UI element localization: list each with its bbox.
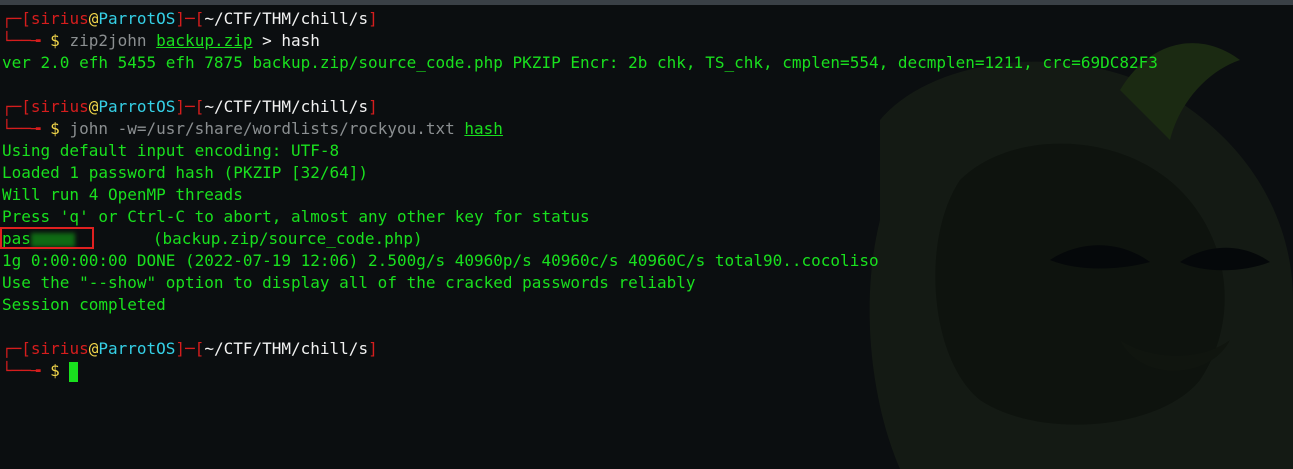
cracked-file: (backup.zip/source_code.php) xyxy=(152,229,423,248)
prompt-user: sirius xyxy=(30,9,89,28)
prompt-at: @ xyxy=(88,339,99,358)
cracked-password-line: pas (backup.zip/source_code.php) xyxy=(0,227,1293,250)
prompt-line: ┌─[sirius@ParrotOS]─[~/CTF/THM/chill/s] xyxy=(2,339,378,358)
prompt-line: ┌─[sirius@ParrotOS]─[~/CTF/THM/chill/s] xyxy=(2,9,378,28)
prompt-dollar: $ xyxy=(50,119,60,138)
output-line: Session completed xyxy=(2,295,166,314)
output-line: Use the "--show" option to display all o… xyxy=(2,273,696,292)
output-line: Using default input encoding: UTF-8 xyxy=(2,141,340,160)
terminal-output: ┌─[sirius@ParrotOS]─[~/CTF/THM/chill/s] … xyxy=(0,8,1293,382)
prompt-at: @ xyxy=(88,9,99,28)
prompt-dollar: $ xyxy=(50,361,60,380)
output-line: Will run 4 OpenMP threads xyxy=(2,185,243,204)
command-name: john xyxy=(69,119,108,138)
output-line: ver 2.0 efh 5455 efh 7875 backup.zip/sou… xyxy=(2,53,1158,72)
output-line: 1g 0:00:00:00 DONE (2022-07-19 12:06) 2.… xyxy=(2,251,879,270)
prompt-host: ParrotOS xyxy=(98,9,176,28)
prompt-cwd: ~/CTF/THM/chill/s xyxy=(204,9,369,28)
prompt-host: ParrotOS xyxy=(98,97,176,116)
command-redirect: > hash xyxy=(252,31,320,50)
prompt-dollar: $ xyxy=(50,31,60,50)
command-line: └──╼ $ zip2john backup.zip > hash xyxy=(2,31,320,50)
prompt-host: ParrotOS xyxy=(98,339,176,358)
output-line: Press 'q' or Ctrl-C to abort, almost any… xyxy=(2,207,590,226)
command-line: └──╼ $ john -w=/usr/share/wordlists/rock… xyxy=(2,119,503,138)
prompt-cwd: ~/CTF/THM/chill/s xyxy=(204,339,369,358)
terminal-cursor[interactable] xyxy=(69,361,79,382)
command-option: -w=/usr/share/wordlists/rockyou.txt xyxy=(107,119,465,138)
prompt-cwd: ~/CTF/THM/chill/s xyxy=(204,97,369,116)
command-name: zip2john xyxy=(69,31,147,50)
prompt-at: @ xyxy=(88,97,99,116)
input-line[interactable]: └──╼ $ xyxy=(2,360,1293,382)
prompt-line: ┌─[sirius@ParrotOS]─[~/CTF/THM/chill/s] xyxy=(2,97,378,116)
output-line: Loaded 1 password hash (PKZIP [32/64]) xyxy=(2,163,369,182)
prompt-user: sirius xyxy=(30,97,89,116)
command-arg: backup.zip xyxy=(156,31,253,50)
password-highlight-box xyxy=(0,227,94,249)
prompt-user: sirius xyxy=(30,339,89,358)
command-arg: hash xyxy=(464,119,503,138)
